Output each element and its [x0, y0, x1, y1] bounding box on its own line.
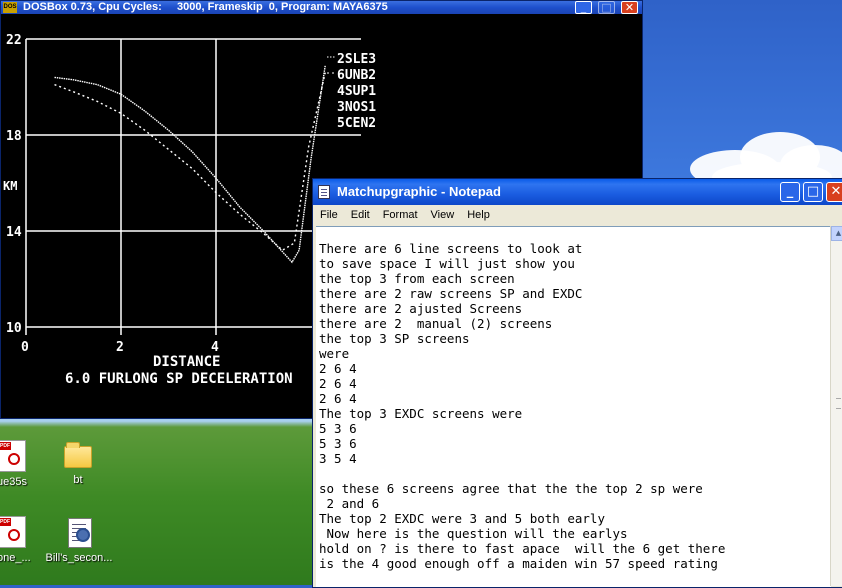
desktop-icon-ue35s[interactable]: ue35s: [0, 440, 42, 488]
notepad-icon: [318, 185, 330, 199]
scroll-up-arrow-icon[interactable]: ▲: [831, 226, 842, 241]
legend-entry: 3NOS1: [337, 100, 376, 115]
notepad-text-area[interactable]: There are 6 line screens to look at to s…: [316, 226, 831, 587]
desktop-icon-label: bt: [73, 474, 83, 486]
notepad-content: There are 6 line screens to look at to s…: [319, 241, 726, 571]
series-line-2sle3: [54, 65, 326, 264]
dosbox-close-button[interactable]: ✕: [621, 1, 638, 14]
x-tick-label: 4: [211, 340, 219, 355]
dosbox-titlebar[interactable]: DOS DOSBox 0.73, Cpu Cycles: 3000, Frame…: [1, 1, 642, 14]
scrollbar-grip: [836, 398, 841, 409]
y-tick-label: 10: [6, 321, 22, 336]
desktop-icon-label: ue35s: [0, 476, 27, 488]
notepad-close-button[interactable]: ✕: [826, 182, 842, 202]
legend-entry: 4SUP1: [337, 84, 376, 99]
menu-file[interactable]: File: [313, 206, 344, 224]
desktop-icon-label: Bill's_secon...: [45, 552, 113, 564]
desktop-icon-rone[interactable]: rone_...: [0, 516, 42, 564]
legend-entry: 6UNB2: [337, 68, 376, 83]
x-tick-label: 0: [21, 340, 29, 355]
x-axis-label: DISTANCE: [153, 354, 220, 370]
notepad-vertical-scrollbar[interactable]: ▲: [830, 226, 842, 586]
notepad-title: Matchupgraphic - Notepad: [337, 184, 501, 199]
desktop-icon-bt[interactable]: bt: [48, 440, 108, 486]
y-tick-label: 22: [6, 33, 22, 48]
series-line-6unb2: [54, 72, 326, 252]
menu-help[interactable]: Help: [460, 206, 496, 224]
document-icon: [64, 516, 94, 548]
legend-entry: 5CEN2: [337, 116, 376, 131]
pdf-icon: [0, 440, 26, 472]
menu-format[interactable]: Format: [376, 206, 424, 224]
notepad-minimize-button[interactable]: _: [780, 182, 800, 202]
menu-edit[interactable]: Edit: [344, 206, 376, 224]
desktop-icon-label: rone_...: [0, 552, 31, 564]
chart-title: 6.0 FURLONG SP DECELERATION: [65, 371, 293, 387]
y-tick-label: 14: [6, 225, 22, 240]
notepad-menubar: File Edit Format View Help: [313, 206, 842, 224]
dosbox-title: DOSBox 0.73, Cpu Cycles: 3000, Frameskip…: [23, 1, 388, 13]
legend-entry: 2SLE3: [337, 52, 376, 67]
folder-icon: [64, 442, 92, 468]
x-tick-label: 2: [116, 340, 124, 355]
notepad-maximize-button[interactable]: □: [803, 182, 823, 202]
notepad-window[interactable]: Matchupgraphic - Notepad _ □ ✕ File Edit F…: [312, 178, 842, 588]
dosbox-minimize-button[interactable]: _: [575, 1, 592, 14]
dosbox-app-icon: DOS: [3, 2, 17, 13]
y-axis-label: KM: [3, 179, 17, 193]
desktop-icon-bills-second[interactable]: Bill's_secon...: [44, 516, 114, 564]
y-tick-label: 18: [6, 129, 22, 144]
pdf-icon: [0, 516, 26, 548]
menu-view[interactable]: View: [424, 206, 461, 224]
notepad-titlebar[interactable]: Matchupgraphic - Notepad _ □ ✕: [313, 179, 842, 205]
dosbox-maximize-button[interactable]: □: [598, 1, 615, 14]
